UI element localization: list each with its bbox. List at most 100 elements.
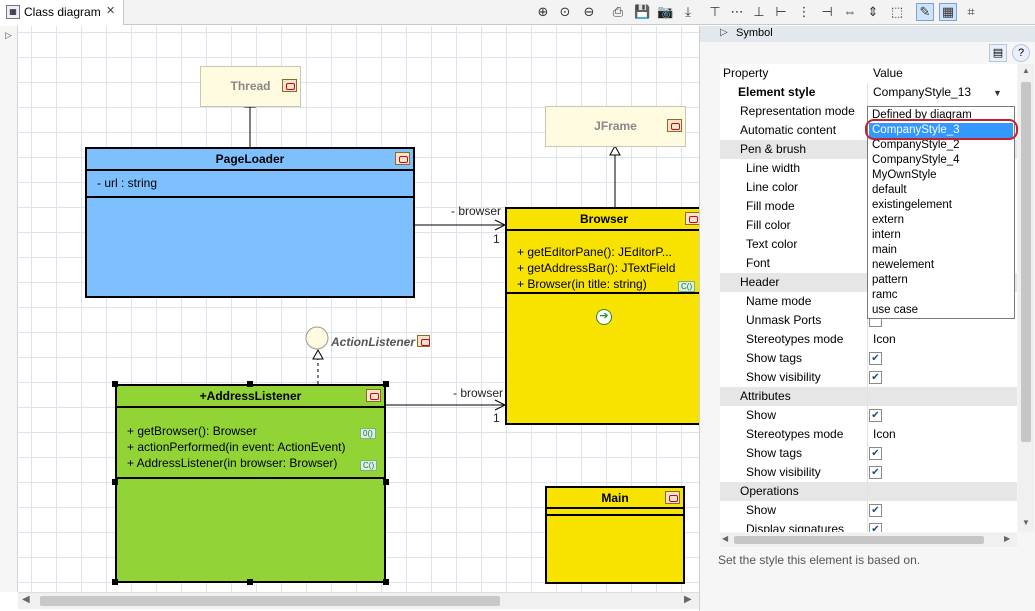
- snap-icon[interactable]: ⌗: [962, 3, 980, 21]
- class-browser[interactable]: Browser + getEditorPane(): JEditorP... +…: [505, 207, 699, 425]
- tab-class-diagram[interactable]: ▦ Class diagram ✕: [0, 0, 124, 25]
- dropdown-option[interactable]: CompanyStyle_4: [869, 153, 1013, 168]
- scroll-down-icon[interactable]: ▼: [1022, 518, 1030, 527]
- column-divider: [867, 482, 868, 501]
- property-checkbox[interactable]: ✔: [869, 523, 882, 532]
- property-row[interactable]: Stereotypes mode Icon: [720, 330, 1017, 349]
- dropdown-option[interactable]: MyOwnStyle: [869, 168, 1013, 183]
- grid-icon[interactable]: ▦: [939, 3, 957, 21]
- close-tab-icon[interactable]: ✕: [106, 4, 115, 17]
- property-row[interactable]: Stereotypes mode Icon: [720, 425, 1017, 444]
- dropdown-option[interactable]: intern: [869, 228, 1013, 243]
- dropdown-option[interactable]: pattern: [869, 273, 1013, 288]
- help-icon[interactable]: ?: [1012, 44, 1030, 62]
- column-divider: [867, 406, 868, 425]
- property-row[interactable]: Show ✔: [720, 406, 1017, 425]
- scroll-right-icon[interactable]: ▶: [684, 594, 692, 605]
- class-pageloader[interactable]: PageLoader - url : string: [85, 147, 415, 298]
- property-row[interactable]: Show tags ✔: [720, 349, 1017, 368]
- dropdown-option[interactable]: newelement: [869, 258, 1013, 273]
- scroll-left-icon[interactable]: ◀: [722, 534, 728, 543]
- canvas-horizontal-scrollbar[interactable]: ◀ ▶: [18, 592, 699, 609]
- scroll-thumb[interactable]: [1021, 82, 1031, 442]
- symbol-header[interactable]: ▷ Symbol: [700, 26, 1035, 42]
- align-bottom-icon[interactable]: ⊥: [750, 3, 768, 21]
- property-checkbox[interactable]: ✔: [869, 409, 882, 422]
- selection-handle[interactable]: [112, 579, 118, 585]
- distribute-h-icon[interactable]: ⇔: [841, 3, 859, 21]
- property-row[interactable]: Show visibility ✔: [720, 368, 1017, 387]
- class-jframe[interactable]: JFrame: [545, 106, 686, 147]
- property-row[interactable]: Show visibility ✔: [720, 463, 1017, 482]
- scroll-thumb[interactable]: [734, 536, 984, 544]
- properties-view-icon[interactable]: ▤: [989, 44, 1007, 62]
- class-thread[interactable]: Thread: [200, 66, 301, 107]
- interface-actionlistener[interactable]: ActionListener: [331, 335, 415, 349]
- dropdown-option[interactable]: ramc: [869, 288, 1013, 303]
- property-vertical-scrollbar[interactable]: ▲ ▼: [1018, 64, 1034, 532]
- scroll-right-icon[interactable]: ▶: [1004, 534, 1010, 543]
- align-center-icon[interactable]: ⋮: [795, 3, 813, 21]
- property-row[interactable]: Show tags ✔: [720, 444, 1017, 463]
- export-icon[interactable]: ⤓: [679, 3, 697, 21]
- selection-handle[interactable]: [247, 579, 253, 585]
- dropdown-option[interactable]: extern: [869, 213, 1013, 228]
- property-checkbox[interactable]: ✔: [869, 504, 882, 517]
- property-group-row[interactable]: Operations: [720, 482, 1017, 501]
- column-divider: [867, 425, 868, 444]
- camera-icon[interactable]: 📷: [656, 3, 674, 21]
- property-name: Element style: [738, 85, 816, 99]
- distribute-v-icon[interactable]: ⇕: [864, 3, 882, 21]
- format-painter-icon[interactable]: ✎: [916, 3, 934, 21]
- class-addresslistener[interactable]: +AddressListener + getBrowser(): Browser…: [115, 384, 386, 583]
- property-row[interactable]: Display signatures ✔: [720, 520, 1017, 532]
- dropdown-option[interactable]: main: [869, 243, 1013, 258]
- property-value[interactable]: CompanyStyle_13: [873, 85, 971, 99]
- dropdown-option[interactable]: default: [869, 183, 1013, 198]
- property-horizontal-scrollbar[interactable]: ◀ ▶: [720, 533, 1017, 547]
- zoom-reset-icon[interactable]: ⊙: [556, 3, 574, 21]
- scroll-thumb[interactable]: [40, 596, 500, 606]
- selection-handle[interactable]: [383, 479, 389, 485]
- property-name: Show tags: [746, 446, 803, 460]
- align-right-icon[interactable]: ⊣: [818, 3, 836, 21]
- selection-handle[interactable]: [383, 579, 389, 585]
- property-checkbox[interactable]: ✔: [869, 352, 882, 365]
- save-icon[interactable]: 💾: [633, 3, 651, 21]
- dropdown-option[interactable]: existingelement: [869, 198, 1013, 213]
- property-checkbox[interactable]: ✔: [869, 466, 882, 479]
- property-checkbox[interactable]: ✔: [869, 371, 882, 384]
- selection-handle[interactable]: [112, 479, 118, 485]
- print-icon[interactable]: ⎙: [609, 3, 627, 21]
- dropdown-option[interactable]: use case: [869, 303, 1013, 318]
- highlight-ring: [865, 119, 1018, 140]
- property-value[interactable]: Icon: [873, 427, 896, 441]
- selection-handle[interactable]: [383, 381, 389, 387]
- expand-arrow-icon[interactable]: ▷: [5, 30, 12, 41]
- align-middle-icon[interactable]: ⋯: [728, 3, 746, 21]
- collapse-arrow-icon[interactable]: ▷: [720, 27, 728, 38]
- zoom-in-icon[interactable]: ⊕: [534, 3, 552, 21]
- selection-handle[interactable]: [112, 381, 118, 387]
- column-divider: [867, 520, 868, 532]
- resize-icon[interactable]: ⬚: [888, 3, 906, 21]
- align-left-icon[interactable]: ⊢: [772, 3, 790, 21]
- dropdown-arrow-icon[interactable]: ▼: [993, 88, 1002, 98]
- operation-row: + actionPerformed(in event: ActionEvent): [127, 440, 346, 454]
- property-checkbox[interactable]: ✔: [869, 447, 882, 460]
- property-row[interactable]: Show ✔: [720, 501, 1017, 520]
- class-addresslistener-name: +AddressListener: [117, 386, 384, 408]
- dropdown-option[interactable]: CompanyStyle_2: [869, 138, 1013, 153]
- property-group-row[interactable]: Attributes: [720, 387, 1017, 406]
- zoom-out-icon[interactable]: ⊖: [580, 3, 598, 21]
- scroll-left-icon[interactable]: ◀: [22, 594, 30, 605]
- diagram-canvas[interactable]: Thread JFrame PageLoader - url : string …: [0, 26, 699, 592]
- scroll-up-icon[interactable]: ▲: [1022, 66, 1030, 75]
- property-name: Automatic content: [740, 123, 837, 137]
- property-row[interactable]: Element style CompanyStyle_13: [720, 83, 1017, 102]
- property-value[interactable]: Icon: [873, 332, 896, 346]
- selection-handle[interactable]: [247, 381, 253, 387]
- align-top-icon[interactable]: ⊤: [706, 3, 724, 21]
- navigate-arrow-icon[interactable]: ➔: [596, 309, 612, 325]
- class-main[interactable]: Main: [545, 486, 685, 584]
